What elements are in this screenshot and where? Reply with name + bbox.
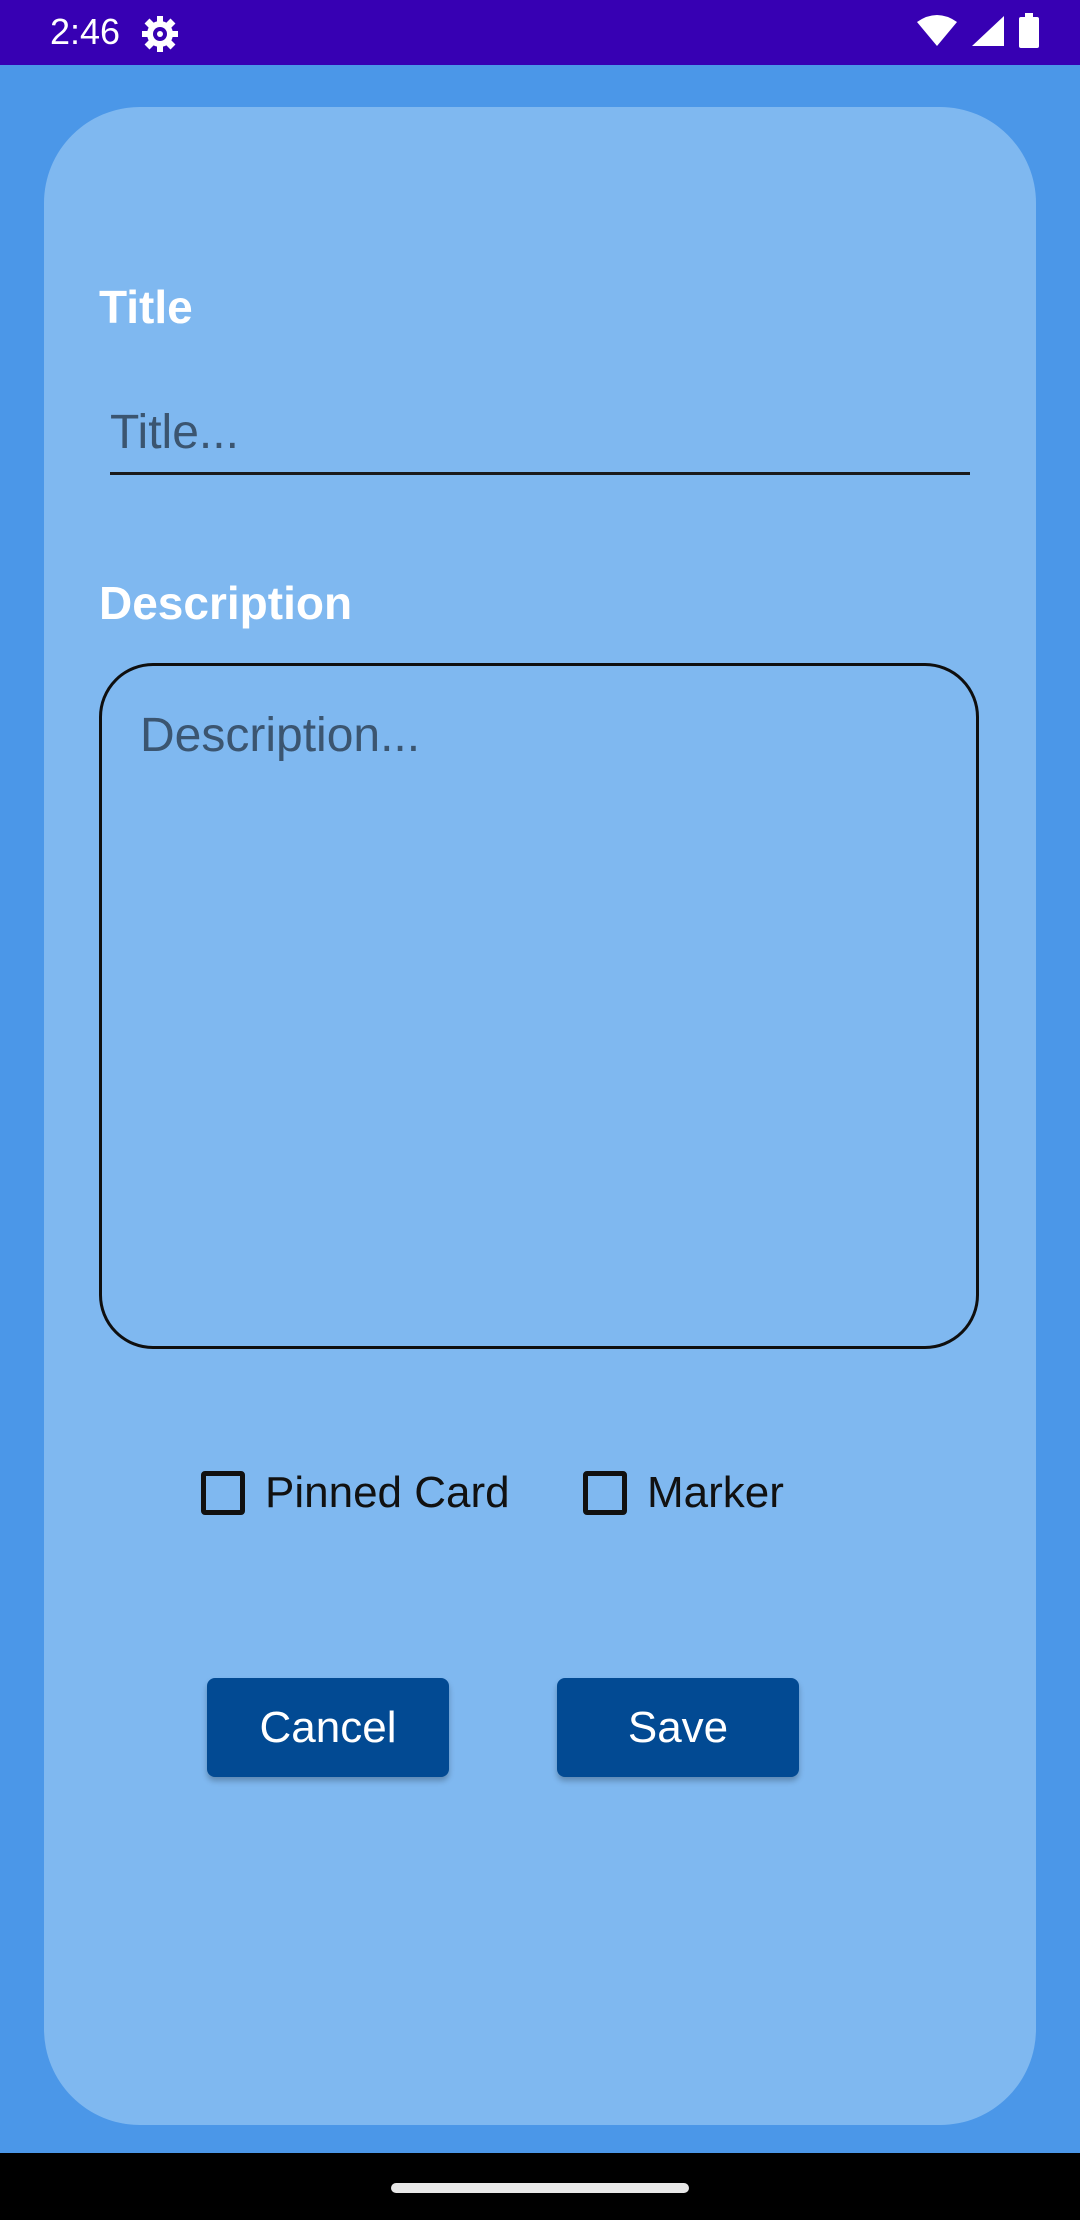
checkbox-box-icon[interactable] xyxy=(201,1471,245,1515)
title-input[interactable] xyxy=(110,392,970,475)
status-time: 2:46 xyxy=(50,11,121,52)
status-icons xyxy=(916,12,1040,54)
checkbox-box-icon[interactable] xyxy=(583,1471,627,1515)
cancel-button[interactable]: Cancel xyxy=(207,1678,449,1777)
description-label: Description xyxy=(99,577,353,629)
marker-label: Marker xyxy=(647,1468,784,1517)
home-gesture-handle[interactable] xyxy=(391,2183,689,2193)
battery-icon xyxy=(1018,12,1040,54)
signal-icon xyxy=(970,14,1006,53)
description-input[interactable] xyxy=(99,663,979,1349)
pinned-card-label: Pinned Card xyxy=(265,1468,510,1517)
wifi-icon xyxy=(916,14,958,53)
status-bar: 2:46 xyxy=(0,0,1080,65)
save-button[interactable]: Save xyxy=(557,1678,799,1777)
pinned-card-checkbox[interactable]: Pinned Card xyxy=(201,1461,510,1525)
navigation-bar xyxy=(0,2153,1080,2220)
marker-checkbox[interactable]: Marker xyxy=(583,1461,784,1525)
dialog-screen: 2:46 Title Title... Description Descript… xyxy=(0,0,1080,2220)
title-label: Title xyxy=(99,281,193,333)
settings-gear-icon xyxy=(140,14,180,54)
dialog-card: Title Description Pinned Card Marker Can… xyxy=(44,107,1036,2125)
